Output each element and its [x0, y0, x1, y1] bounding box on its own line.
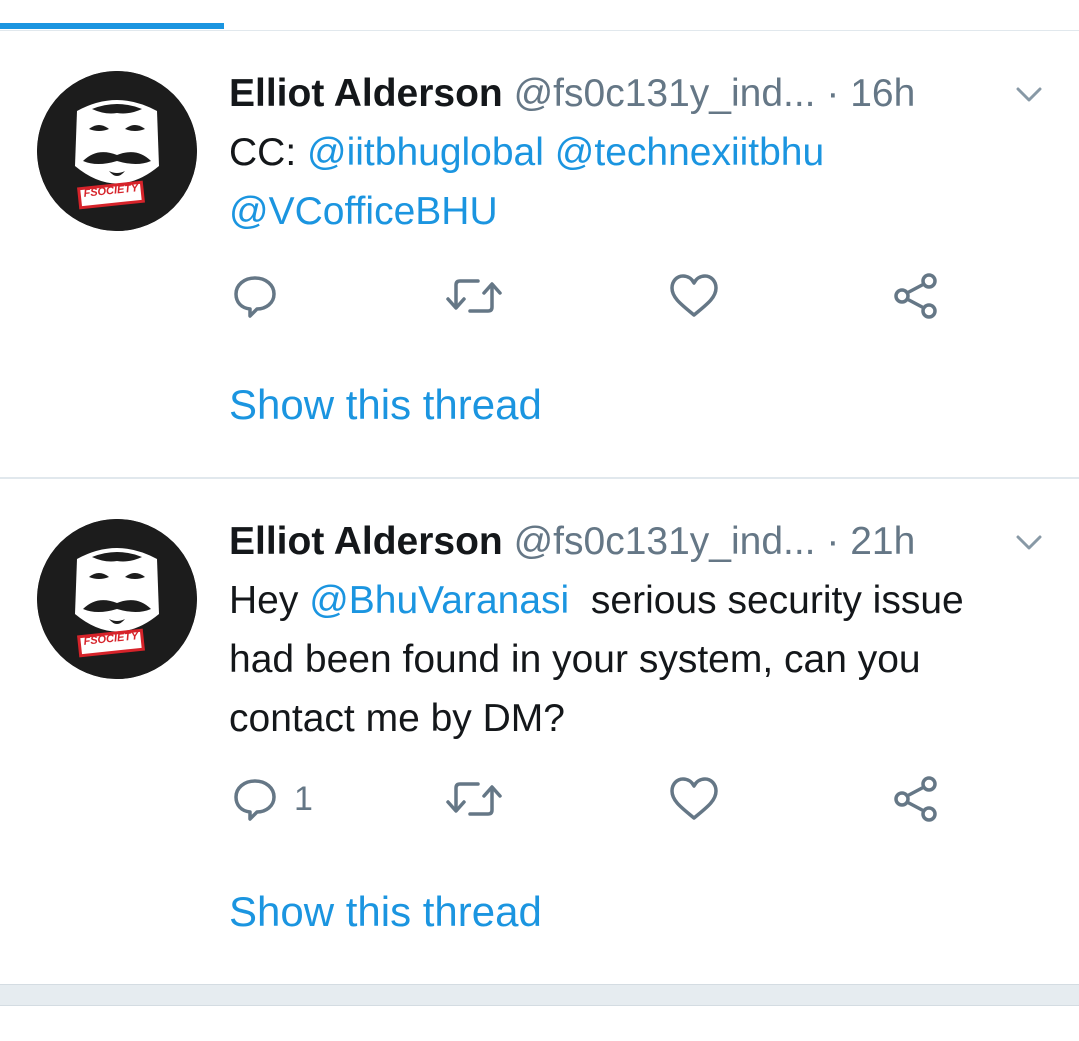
share-button[interactable]: [890, 266, 942, 326]
chevron-down-icon[interactable]: [1015, 85, 1043, 105]
tweet-header: Elliot Alderson @fs0c131y_ind... · 16h: [229, 69, 1039, 119]
handle-text: @fs0c131y_ind...: [513, 72, 816, 115]
timestamp[interactable]: 16h: [850, 72, 915, 115]
timeline: FSOCIETY Elliot Alderson @fs0c131y_ind..…: [0, 0, 1079, 1041]
author-handle[interactable]: @fs0c131y_ind...: [514, 72, 816, 115]
avatar[interactable]: FSOCIETY: [37, 71, 197, 231]
tweet[interactable]: FSOCIETY Elliot Alderson @fs0c131y_ind..…: [0, 479, 1079, 984]
fsociety-mask-icon: [37, 71, 197, 231]
show-thread-link[interactable]: Show this thread: [229, 380, 542, 430]
tweet-header: Elliot Alderson @fs0c131y_ind... · 21h: [229, 517, 1039, 567]
body-segment: [544, 131, 555, 174]
reply-count: 1: [294, 779, 313, 818]
heart-icon: [670, 777, 718, 820]
body-segment: CC:: [229, 131, 307, 174]
separator: ·: [815, 72, 851, 115]
fsociety-mask-icon: [37, 519, 197, 679]
author-handle[interactable]: @fs0c131y_ind...: [514, 520, 816, 563]
tweet-text: Hey @BhuVaranasi serious security issue …: [229, 571, 1019, 748]
share-icon: [894, 776, 937, 822]
author-name[interactable]: Elliot Alderson: [229, 520, 503, 563]
tweet-text: CC: @iitbhuglobal @technexiitbhu @VCoffi…: [229, 123, 1019, 241]
timestamp[interactable]: 21h: [850, 520, 915, 563]
like-button[interactable]: [668, 769, 720, 829]
share-button[interactable]: [890, 769, 942, 829]
mention-link[interactable]: @VCofficeBHU: [229, 190, 498, 233]
body-segment: Hey: [229, 579, 310, 622]
chevron-down-icon[interactable]: [1015, 533, 1043, 553]
retweet-icon: [446, 279, 502, 313]
timeline-gap: [0, 984, 1079, 1006]
reply-button[interactable]: [230, 266, 294, 326]
handle-text: @fs0c131y_ind...: [513, 520, 816, 563]
reply-icon: [234, 276, 276, 318]
retweet-button[interactable]: [444, 266, 504, 326]
reply-icon: [234, 779, 276, 821]
like-button[interactable]: [668, 266, 720, 326]
mention-link[interactable]: @iitbhuglobal: [307, 131, 544, 174]
tweet-actions: 1: [0, 769, 1079, 829]
author-name[interactable]: Elliot Alderson: [229, 72, 503, 115]
heart-icon: [670, 274, 718, 317]
mention-link[interactable]: @technexiitbhu: [555, 131, 824, 174]
share-icon: [894, 273, 937, 319]
mention-link[interactable]: @BhuVaranasi: [309, 579, 569, 622]
tweet[interactable]: FSOCIETY Elliot Alderson @fs0c131y_ind..…: [0, 31, 1079, 477]
reply-button[interactable]: 1: [230, 769, 313, 829]
retweet-button[interactable]: [444, 769, 504, 829]
tweet-actions: [0, 266, 1079, 326]
tab-indicator: [0, 23, 224, 29]
retweet-icon: [446, 782, 502, 816]
show-thread-link[interactable]: Show this thread: [229, 887, 542, 937]
separator: ·: [815, 520, 851, 563]
avatar[interactable]: FSOCIETY: [37, 519, 197, 679]
